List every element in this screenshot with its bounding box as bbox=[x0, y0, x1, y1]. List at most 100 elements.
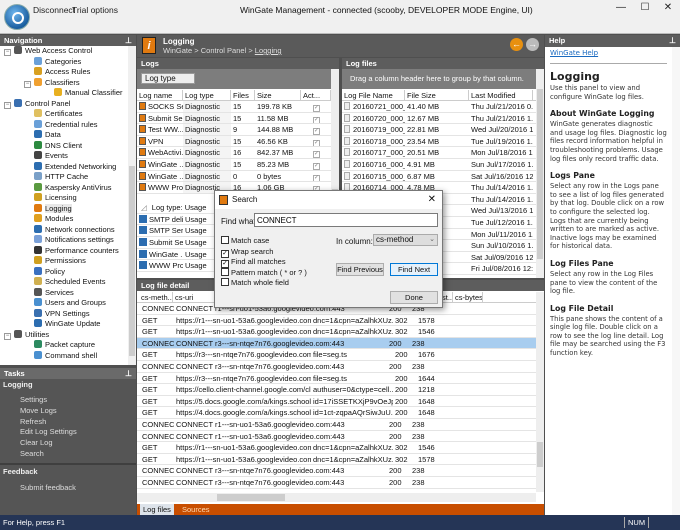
nav-item-policy[interactable]: Policy bbox=[0, 266, 128, 278]
table-row[interactable]: Test WW... Diagnostic 9 144.88 MB ✓ bbox=[137, 124, 331, 136]
nav-item-extended-networking[interactable]: Extended Networking bbox=[0, 161, 128, 173]
pin-icon[interactable]: ⊥ bbox=[125, 368, 132, 379]
task-edit-log-settings[interactable]: Edit Log Settings bbox=[0, 427, 136, 438]
table-row[interactable]: WinGate ... Diagnostic 15 85.23 MB ✓ bbox=[137, 158, 331, 171]
nav-item-events[interactable]: Events bbox=[0, 151, 128, 162]
find-previous-button[interactable]: Find Previous bbox=[336, 263, 384, 276]
table-row[interactable]: 20160715_000_...6.87 MB Sat Jul/16/2016 1… bbox=[342, 170, 536, 183]
pin-icon[interactable]: ⊥ bbox=[125, 35, 132, 46]
table-row[interactable]: 20160716_000_...4.91 MB Sun Jul/17/2016 1… bbox=[342, 158, 536, 171]
active-checkbox[interactable]: ✓ bbox=[313, 162, 320, 170]
nav-item-logging[interactable]: Logging bbox=[0, 203, 128, 215]
expand-icon[interactable]: ◿ bbox=[141, 202, 147, 213]
nav-item-data[interactable]: Data bbox=[0, 130, 128, 141]
search-option-match-case[interactable]: Match case bbox=[221, 236, 269, 246]
nav-item-http-cache[interactable]: HTTP Cache bbox=[0, 172, 128, 183]
task-settings[interactable]: Settings bbox=[0, 395, 136, 406]
table-row[interactable]: CONNECTCONNECT r3---sn-ntqe7n76.googlevi… bbox=[137, 476, 536, 489]
nav-item-credential-rules[interactable]: Credential rules bbox=[0, 119, 128, 131]
nav-item-utilities[interactable]: − Utilities bbox=[0, 329, 128, 341]
column-header[interactable]: Last Modified bbox=[469, 90, 533, 100]
nav-item-notifications-settings[interactable]: Notifications settings bbox=[0, 235, 128, 246]
table-row[interactable]: 20160720_000_...12.67 MB Thu Jul/21/2016 … bbox=[342, 112, 536, 125]
nav-item-command-shell[interactable]: Command shell bbox=[0, 350, 128, 362]
column-header[interactable]: cs-bytes bbox=[453, 292, 483, 302]
nav-item-services[interactable]: Services bbox=[0, 287, 128, 299]
nav-item-packet-capture[interactable]: Packet capture bbox=[0, 340, 128, 351]
detail-vscrollbar[interactable] bbox=[536, 292, 544, 492]
nav-item-dns-client[interactable]: DNS Client bbox=[0, 140, 128, 152]
nav-item-manual-classifier[interactable]: Manual Classifier bbox=[0, 88, 128, 99]
checkbox[interactable] bbox=[221, 236, 229, 244]
nav-scrollbar[interactable] bbox=[128, 46, 136, 365]
table-row[interactable]: CONNECTCONNECT r3---sn-ntqe7n76.googlevi… bbox=[137, 465, 536, 477]
in-column-select[interactable]: cs-method ⌄ bbox=[373, 234, 438, 246]
log-files-scrollbar[interactable] bbox=[536, 69, 544, 278]
wingate-logo-icon[interactable] bbox=[4, 4, 30, 30]
nav-item-wingate-update[interactable]: WinGate Update bbox=[0, 319, 128, 330]
table-row[interactable]: VPN Diagnostic 15 46.56 KB ✓ bbox=[137, 135, 331, 148]
nav-item-certificates[interactable]: Certificates bbox=[0, 109, 128, 120]
table-row[interactable]: GET https://4.docs.google.com/a/kings.sch… bbox=[137, 407, 536, 419]
table-row[interactable]: SOCKS Se...Diagnostic 15 199.78 KB ✓ bbox=[137, 101, 331, 113]
nav-item-access-rules[interactable]: Access Rules bbox=[0, 67, 128, 78]
collapse-icon[interactable]: − bbox=[4, 49, 11, 56]
nav-item-performance-counters[interactable]: Performance counters bbox=[0, 245, 128, 257]
find-next-button[interactable]: Find Next bbox=[390, 263, 438, 276]
minimize-button[interactable]: — bbox=[610, 2, 632, 16]
table-row[interactable]: GET https://r3---sn-ntqe7n76.googlevideo.… bbox=[137, 349, 536, 361]
detail-hscrollbar[interactable] bbox=[137, 493, 536, 502]
column-header[interactable]: Act... bbox=[301, 90, 331, 100]
nav-item-modules[interactable]: Modules bbox=[0, 214, 128, 225]
help-scrollbar[interactable] bbox=[672, 47, 680, 515]
search-option-match-whole-field[interactable]: Match whole field bbox=[221, 278, 289, 288]
task-search[interactable]: Search bbox=[0, 449, 136, 460]
active-checkbox[interactable]: ✓ bbox=[313, 105, 320, 112]
nav-item-control-panel[interactable]: − Control Panel bbox=[0, 98, 128, 110]
nav-item-scheduled-events[interactable]: Scheduled Events bbox=[0, 277, 128, 288]
search-option-find-all-matches[interactable]: ✓ Find all matches bbox=[221, 257, 286, 268]
table-row[interactable]: CONNECTCONNECT r3---sn-ntqe7n76.googlevi… bbox=[137, 337, 536, 350]
breadcrumb-logging[interactable]: Logging bbox=[255, 46, 282, 55]
nav-item-permissions[interactable]: Permissions bbox=[0, 256, 128, 267]
active-checkbox[interactable]: ✓ bbox=[313, 116, 320, 124]
back-arrow-icon[interactable]: ← bbox=[510, 38, 523, 51]
task-submit-feedback[interactable]: Submit feedback bbox=[0, 483, 136, 494]
collapse-icon[interactable]: − bbox=[4, 101, 11, 109]
nav-item-users-and-groups[interactable]: Users and Groups bbox=[0, 298, 128, 309]
table-row[interactable]: 20160719_000_...22.81 MB Wed Jul/20/2016 … bbox=[342, 124, 536, 136]
search-option-pattern-match-or-[interactable]: Pattern match ( * or ? ) bbox=[221, 267, 307, 278]
table-row[interactable]: GET https://5.docs.google.com/a/kings.sch… bbox=[137, 395, 536, 408]
table-row[interactable]: GET https://r3---sn-ntqe7n76.googlevideo.… bbox=[137, 372, 536, 385]
table-row[interactable]: WinGate ... Diagnostic 0 0 bytes ✓ bbox=[137, 170, 331, 183]
wingate-help-link[interactable]: WinGate Help bbox=[550, 49, 667, 64]
column-header[interactable]: Log name bbox=[137, 90, 183, 100]
nav-item-categories[interactable]: Categories bbox=[0, 56, 128, 68]
table-row[interactable]: GET https://r1---sn-uo1-53a6.googlevideo.… bbox=[137, 442, 536, 454]
done-button[interactable]: Done bbox=[390, 291, 438, 304]
nav-item-web-access-control[interactable]: − Web Access Control bbox=[0, 46, 128, 57]
tab-sources[interactable]: Sources bbox=[179, 504, 213, 515]
column-header[interactable]: Log File Name bbox=[342, 90, 405, 100]
nav-item-vpn-settings[interactable]: VPN Settings bbox=[0, 308, 128, 320]
column-header[interactable]: Size bbox=[255, 90, 301, 100]
task-clear-log[interactable]: Clear Log bbox=[0, 438, 136, 449]
menu-trial-options[interactable]: Trial options bbox=[72, 5, 118, 15]
active-checkbox[interactable]: ✓ bbox=[313, 139, 320, 147]
table-row[interactable]: CONNECTCONNECT r3---sn-ntqe7n76.googlevi… bbox=[137, 360, 536, 373]
table-row[interactable]: GET https://cello.client-channel.google.c… bbox=[137, 384, 536, 396]
column-header[interactable]: File Size bbox=[405, 90, 469, 100]
maximize-button[interactable]: ☐ bbox=[634, 2, 656, 16]
collapse-icon[interactable]: − bbox=[4, 332, 11, 340]
active-checkbox[interactable]: ✓ bbox=[313, 174, 320, 182]
table-row[interactable]: CONNECTCONNECT r1---sn-uo1-53a6.googlevi… bbox=[137, 418, 536, 431]
find-what-input[interactable] bbox=[254, 213, 438, 227]
active-checkbox[interactable]: ✓ bbox=[313, 128, 320, 135]
table-row[interactable]: 20160721_000_...41.40 MB Thu Jul/21/2016 … bbox=[342, 101, 536, 113]
column-header[interactable]: Files bbox=[231, 90, 255, 100]
table-row[interactable]: GET https://r1---sn-uo1-53a6.googlevideo.… bbox=[137, 326, 536, 338]
table-row[interactable]: WebActivi...Diagnostic 16 842.37 MB ✓ bbox=[137, 147, 331, 159]
task-move-logs[interactable]: Move Logs bbox=[0, 406, 136, 417]
group-chip-log-type[interactable]: Log type bbox=[141, 73, 195, 84]
nav-item-kaspersky-antivirus[interactable]: Kaspersky AntiVirus bbox=[0, 182, 128, 194]
